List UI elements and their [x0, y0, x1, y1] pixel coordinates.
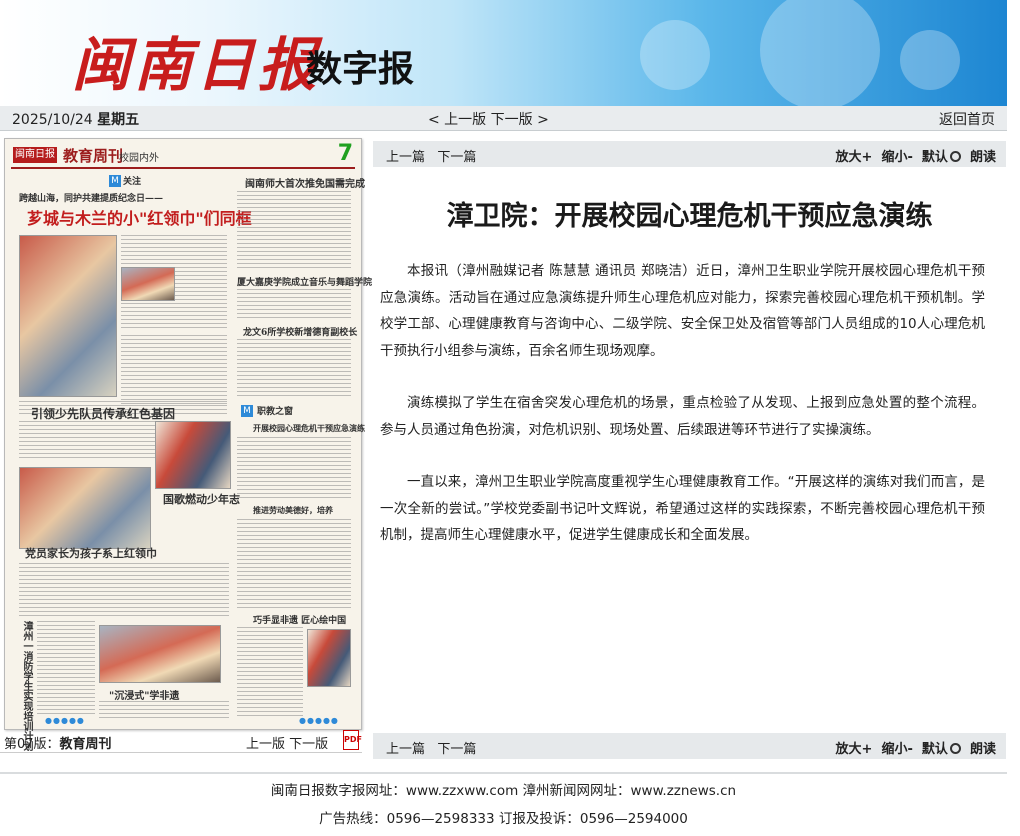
default-size-label: 默认	[921, 742, 948, 757]
zoom-in-button[interactable]: 放大+	[835, 150, 872, 165]
article-title: 漳卫院：开展校园心理危机干预应急演练	[446, 201, 933, 232]
prev-article-link[interactable]: 上一篇	[386, 742, 425, 757]
thumbnail-kicker[interactable]: 跨越山海，同护共建提质纪念日——	[19, 191, 163, 204]
newspaper-logo: 闽南日报	[72, 31, 321, 99]
thumbnail-header: 闽南日报 教育周刊 校园内外 7	[11, 141, 355, 169]
thumbnail-headline-4[interactable]: 龙文6所学校新增德育副校长	[243, 325, 357, 338]
thumbnail-text-column	[19, 563, 229, 619]
thumbnail-logo: 闽南日报	[13, 147, 57, 163]
thumbnail-photo	[121, 267, 175, 301]
date-bar: 2025/10/24 星期五 < 上一版 下一版 > 返回首页	[0, 106, 1007, 131]
thumbnail-page-number: 7	[337, 141, 353, 166]
decor-bubble	[640, 20, 710, 90]
masthead-banner: 闽南日报 数字报	[0, 0, 1007, 106]
zoom-out-button[interactable]: 缩小-	[881, 742, 912, 757]
reading-tools: 放大+ 缩小- 默认 朗读	[835, 146, 996, 165]
thumbnail-photo	[19, 235, 117, 397]
thumbnail-text-column	[237, 339, 351, 399]
thumbnail-text-column	[99, 701, 229, 719]
thumbnail-text-column	[237, 627, 303, 719]
page-thumbnail[interactable]: 闽南日报 教育周刊 校园内外 7 M 关注 跨越山海，同护共建提质纪念日—— 芗…	[4, 138, 372, 751]
issue-date: 2025/10/24 星期五	[12, 109, 139, 129]
footer-sites: 闽南日报数字报网址：www.zzxww.com 漳州新闻网网址：www.zzne…	[270, 783, 737, 799]
thumbnail-pager-dots: ●●●●●	[45, 716, 85, 725]
next-edition-link[interactable]: 下一版 >	[491, 112, 549, 128]
thumbnail-photo	[19, 467, 151, 549]
weekday-text: 星期五	[97, 112, 140, 128]
thumbnail-page-title: 教育周刊	[63, 147, 124, 165]
thumbnail-photo	[155, 421, 231, 489]
decor-bubble	[760, 0, 880, 106]
page-nav: 上一版 下一版	[246, 733, 328, 752]
page-label: 第07版：	[4, 737, 60, 752]
zoom-in-button[interactable]: 放大+	[835, 742, 872, 757]
thumbnail-headline-12[interactable]: 推进劳动美德好，培养	[253, 505, 333, 516]
thumbnail-headline-6[interactable]: 国歌燃动少年志	[163, 491, 240, 507]
thumbnail-headline-7[interactable]: 党员家长为孩子系上红领巾	[25, 545, 157, 561]
next-article-link[interactable]: 下一篇	[437, 742, 476, 757]
article-nav: 上一篇 下一篇	[386, 146, 476, 165]
prev-edition-link[interactable]: < 上一版	[428, 112, 486, 128]
article-paragraph: 演练模拟了学生在宿舍突发心理危机的场景，重点检验了从发现、上报到应急处置的整个流…	[380, 395, 985, 438]
thumbnail-headline-9[interactable]: 巧手显非遗 匠心绘中国	[253, 613, 346, 626]
thumbnail-text-column	[237, 519, 351, 609]
thumbnail-photo	[307, 629, 351, 687]
article-body: 本报讯（漳州融媒记者 陈慧慧 通讯员 郑晓洁）近日，漳州卫生职业学院开展校园心理…	[380, 258, 985, 575]
thumbnail-text-column	[237, 191, 351, 269]
thumbnail-text-column	[237, 437, 351, 501]
thumbnail-headline-11[interactable]: 开展校园心理危机干预应急演练	[253, 423, 365, 434]
home-link[interactable]: 返回首页	[939, 109, 995, 129]
workplace-tag-icon: M	[241, 405, 253, 417]
prev-page-link[interactable]: 上一版	[246, 737, 285, 752]
read-aloud-button[interactable]: 朗读	[970, 150, 996, 165]
reading-tools: 放大+ 缩小- 默认 朗读	[835, 738, 996, 757]
focus-tag-icon: M	[109, 175, 121, 187]
thumbnail-tag-label: 职教之窗	[257, 407, 294, 417]
thumbnail-lead-headline[interactable]: 芗城与木兰的小"红领巾"们同框	[27, 205, 252, 229]
date-text: 2025/10/24	[12, 112, 93, 128]
read-aloud-button[interactable]: 朗读	[970, 742, 996, 757]
site-footer: 闽南日报数字报网址：www.zzxww.com 漳州新闻网网址：www.zzne…	[0, 772, 1007, 830]
thumbnail-photo	[99, 625, 221, 683]
pdf-download-icon[interactable]: PDF	[343, 730, 362, 750]
article-toolbar-top: 上一篇 下一篇 放大+ 缩小- 默认 朗读	[373, 141, 1006, 167]
default-size-label: 默认	[921, 150, 948, 165]
article-toolbar-bottom: 上一篇 下一篇 放大+ 缩小- 默认 朗读	[373, 733, 1006, 759]
thumbnail-text-column	[19, 421, 155, 461]
radio-icon	[949, 743, 961, 754]
thumbnail-tag-label: 关注	[123, 177, 142, 187]
page-section-name: 教育周刊	[59, 737, 112, 752]
page-name-bar: 第07版：教育周刊 上一版 下一版 PDF	[0, 730, 362, 753]
thumbnail-text-column	[37, 621, 95, 717]
article-nav: 上一篇 下一篇	[386, 738, 476, 757]
prev-article-link[interactable]: 上一篇	[386, 150, 425, 165]
thumbnail-pager-dots: ●●●●●	[299, 716, 339, 725]
next-page-link[interactable]: 下一版	[289, 737, 328, 752]
thumbnail-headline-3[interactable]: 厦大嘉庚学院成立音乐与舞蹈学院	[237, 275, 372, 288]
decor-bubble	[900, 30, 960, 90]
digital-edition-label: 数字报	[306, 49, 415, 90]
thumbnail-text-column	[121, 335, 227, 405]
default-size-button[interactable]: 默认	[922, 150, 961, 165]
thumbnail-section: 校园内外	[119, 153, 159, 164]
thumbnail-headline-10[interactable]: "沉浸式"学非遗	[109, 687, 179, 702]
article-paragraph: 一直以来，漳州卫生职业学院高度重视学生心理健康教育工作。“开展这样的演练对我们而…	[380, 474, 985, 543]
radio-icon	[949, 151, 961, 162]
default-size-button[interactable]: 默认	[922, 742, 961, 757]
next-article-link[interactable]: 下一篇	[437, 150, 476, 165]
footer-hotlines: 广告热线：0596—2598333 订报及投诉：0596—2594000	[319, 811, 688, 827]
edition-nav: < 上一版 下一版 >	[428, 109, 549, 129]
article-paragraph: 本报讯（漳州融媒记者 陈慧慧 通讯员 郑晓洁）近日，漳州卫生职业学院开展校园心理…	[380, 263, 985, 359]
thumbnail-text-column	[237, 289, 351, 321]
thumbnail-headline-5[interactable]: 引领少先队员传承红色基因	[31, 405, 175, 422]
page-name: 第07版：教育周刊	[4, 733, 112, 752]
thumbnail-headline-8[interactable]: 漳州一消防学生实现培训计划	[19, 621, 34, 751]
zoom-out-button[interactable]: 缩小-	[881, 150, 912, 165]
thumbnail-headline-2[interactable]: 闽南师大首次推免国需完成	[245, 175, 365, 190]
